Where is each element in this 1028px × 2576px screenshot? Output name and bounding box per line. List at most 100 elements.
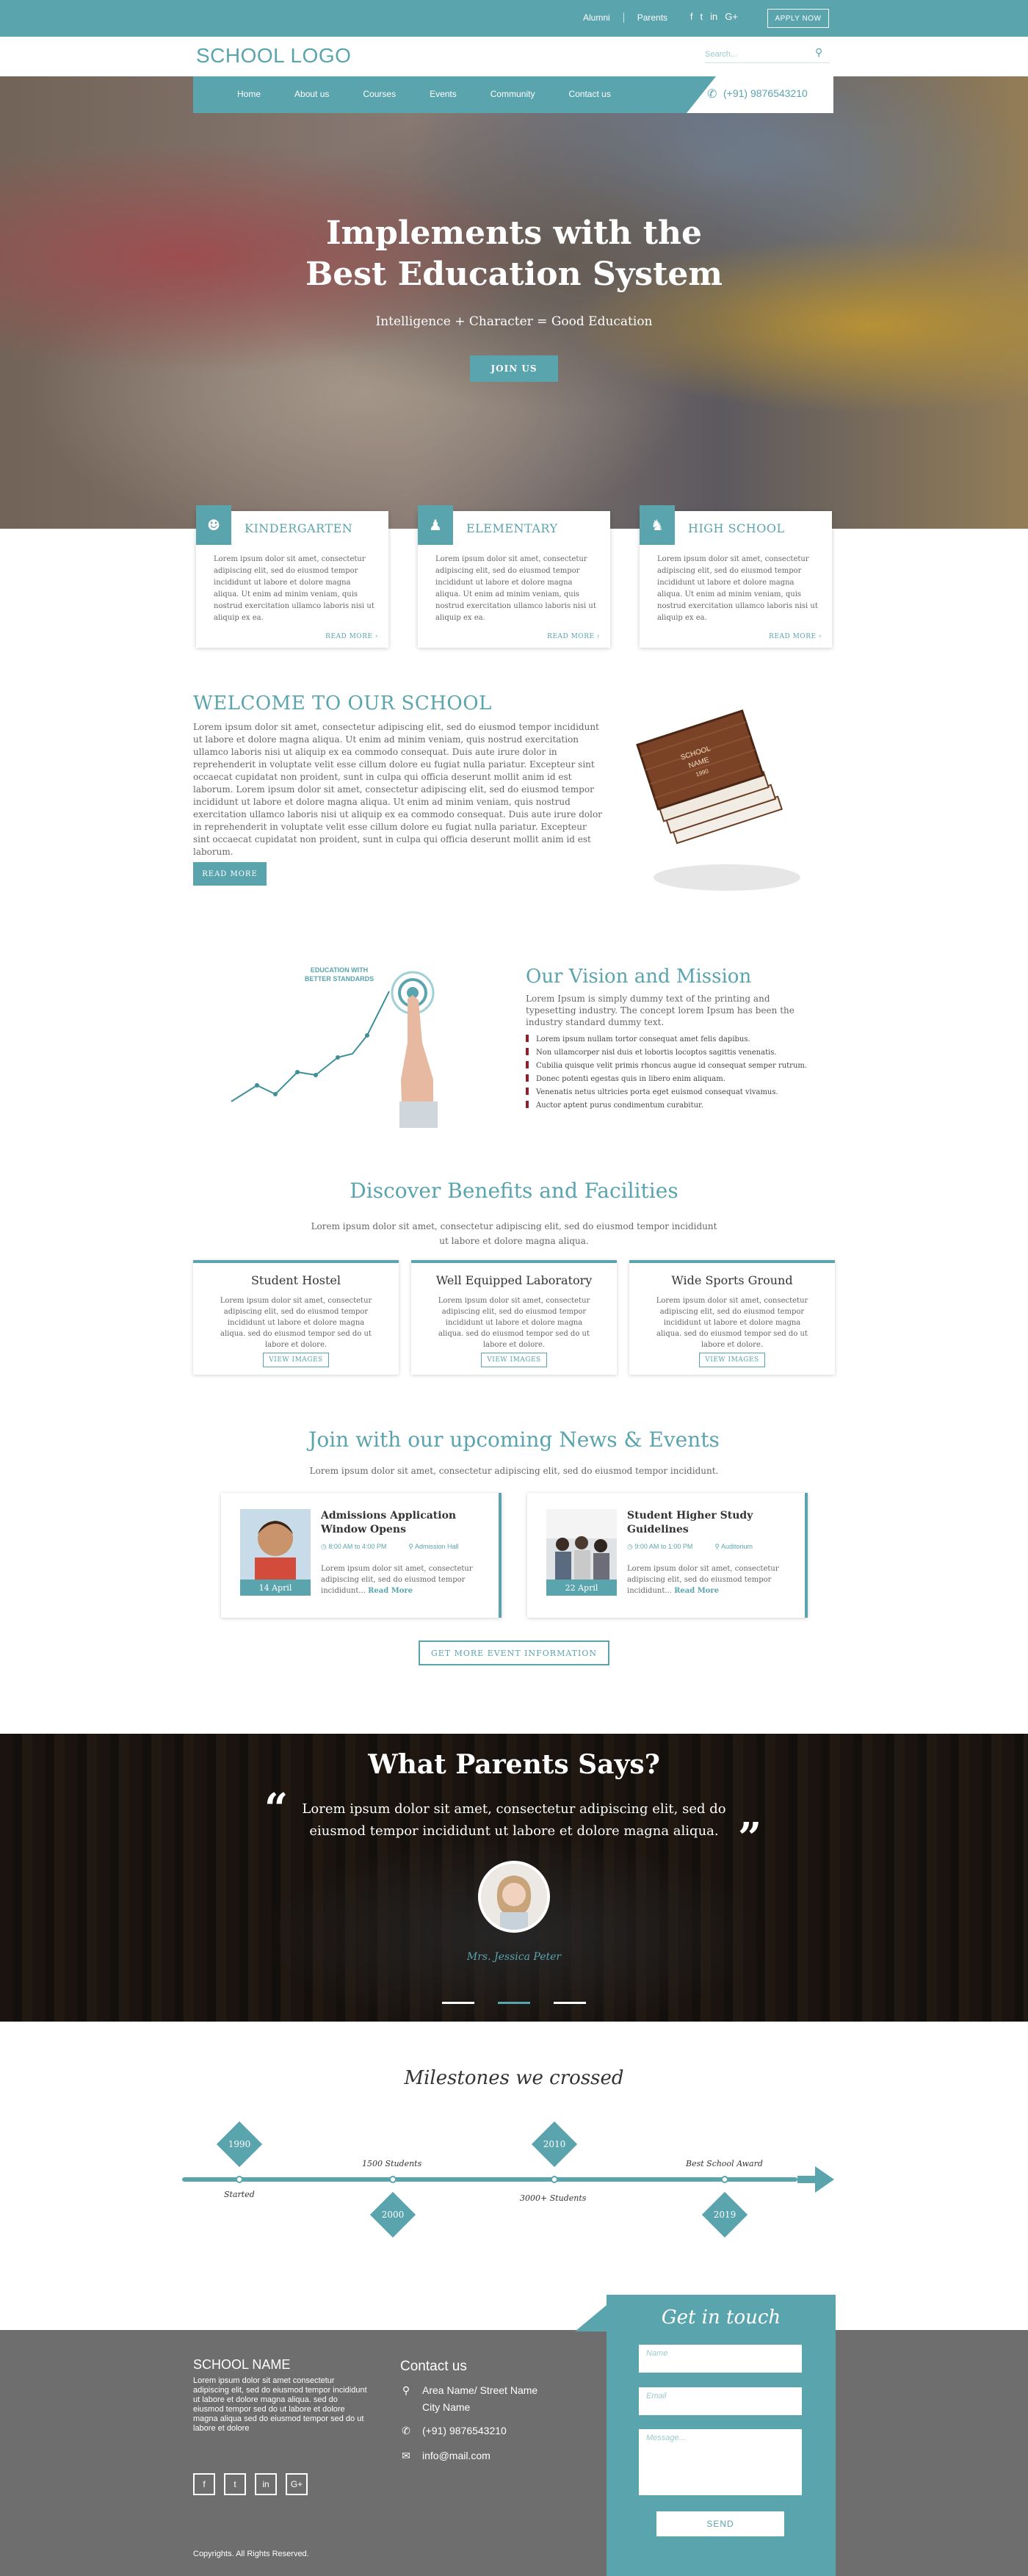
nav-courses[interactable]: Courses [363, 89, 396, 99]
slider-dot-active[interactable] [498, 2002, 530, 2004]
footer-school-name: SCHOOL NAME [193, 2357, 291, 2372]
slider-dot[interactable] [442, 2002, 474, 2004]
list-item: Cubilia quisque velit primis rhoncus aug… [526, 1060, 834, 1073]
school-logo[interactable]: SCHOOL LOGO [196, 44, 351, 68]
benefit-title: Wide Sports Ground [671, 1273, 793, 1287]
read-more-link[interactable]: READ MORE › [769, 633, 822, 640]
event-photo [240, 1509, 311, 1580]
testimonial-name: Mrs. Jessica Peter [466, 1951, 562, 1963]
twitter-icon[interactable]: t [224, 2473, 246, 2495]
read-more-link[interactable]: Read More [368, 1587, 413, 1595]
milestone-year-text: 2000 [381, 2210, 405, 2220]
timeline-arrow-icon [815, 2166, 834, 2193]
address-block: Area Name/ Street Name City Name [422, 2382, 537, 2416]
badge-line1: EDUCATION WITH [311, 966, 368, 974]
event-place-text: Admission Hall [415, 1543, 459, 1550]
event-title[interactable]: Student Higher Study Guidelines [627, 1509, 789, 1537]
join-us-button[interactable]: JOIN US [470, 355, 558, 382]
twitter-icon[interactable]: t [701, 11, 703, 22]
avatar [478, 1861, 550, 1933]
footer-phone[interactable]: (+91) 9876543210 [422, 2423, 507, 2439]
event-time: ◷ 8:00 AM to 4:00 PM [321, 1543, 387, 1550]
milestone-label: 3000+ Students [520, 2193, 587, 2203]
footer-email[interactable]: info@mail.com [422, 2447, 491, 2464]
list-item: Lorem ipsum nullam tortor consequat amet… [526, 1033, 834, 1046]
read-more-link[interactable]: Read More [674, 1587, 719, 1595]
linkedin-icon[interactable]: in [710, 11, 717, 22]
divider [623, 12, 624, 23]
search-input[interactable]: Search... [705, 47, 830, 63]
view-images-button[interactable]: VIEW IMAGES [263, 1353, 329, 1367]
message-field[interactable]: Message... [639, 2429, 802, 2495]
list-item: Auctor aptent purus condimentum curabitu… [526, 1099, 834, 1112]
event-desc: Lorem ipsum dolor sit amet, consectetur … [321, 1563, 482, 1596]
timeline-line [182, 2177, 797, 2182]
event-time-text: 9:00 AM to 1:00 PM [634, 1543, 693, 1550]
news-card[interactable]: 14 April Admissions Application Window O… [221, 1493, 502, 1618]
name-field[interactable]: Name [639, 2345, 802, 2373]
event-date: 14 April [240, 1580, 311, 1596]
badge-line2: BETTER STANDARDS [305, 975, 374, 983]
email-field[interactable]: Email [639, 2387, 802, 2415]
read-more-link[interactable]: READ MORE › [325, 633, 378, 640]
hero-overlay [0, 76, 1028, 529]
welcome-read-more-button[interactable]: READ MORE [193, 862, 267, 886]
send-button[interactable]: SEND [656, 2511, 784, 2536]
slider-dot[interactable] [554, 2002, 586, 2004]
benefits-title: Discover Benefits and Facilities [350, 1179, 678, 1203]
event-title[interactable]: Admissions Application Window Opens [321, 1509, 482, 1537]
testimonial-quote: Lorem ipsum dolor sit amet, consectetur … [302, 1801, 726, 1839]
footer-desc: Lorem ipsum dolor sit amet consectetur a… [193, 2376, 367, 2433]
search-icon[interactable]: ⚲ [815, 47, 822, 59]
google-plus-icon[interactable]: G+ [286, 2473, 308, 2495]
contact-address: ⚲ Area Name/ Street Name City Name [400, 2382, 537, 2416]
hero-subtitle: Intelligence + Character = Good Educatio… [375, 314, 653, 329]
nav-about[interactable]: About us [294, 89, 329, 99]
footer [0, 2330, 1028, 2576]
milestone-label: Started [224, 2190, 255, 2199]
benefit-card-hostel: Student Hostel Lorem ipsum dolor sit ame… [193, 1260, 399, 1375]
more-events-button[interactable]: GET MORE EVENT INFORMATION [419, 1640, 609, 1665]
event-time-text: 8:00 AM to 4:00 PM [328, 1543, 387, 1550]
top-bar: f t in G+ Alumni Parents APPLY NOW [0, 0, 1028, 37]
vision-list: Lorem ipsum nullam tortor consequat amet… [526, 1033, 834, 1112]
event-time: ◷ 9:00 AM to 1:00 PM [627, 1543, 693, 1550]
nav-home[interactable]: Home [237, 89, 261, 99]
event-date: 22 April [546, 1580, 617, 1596]
parents-link[interactable]: Parents [637, 12, 667, 23]
alumni-link[interactable]: Alumni [583, 12, 610, 23]
apply-now-button[interactable]: APPLY NOW [767, 9, 829, 28]
header-phone-number[interactable]: (+91) 9876543210 [723, 87, 808, 99]
benefit-desc: Lorem ipsum dolor sit amet, consectetur … [220, 1297, 372, 1349]
facebook-icon[interactable]: f [193, 2473, 215, 2495]
vision-title: Our Vision and Mission [526, 966, 752, 988]
facebook-icon[interactable]: f [690, 11, 693, 22]
nav-community[interactable]: Community [491, 89, 535, 99]
benefit-title: Well Equipped Laboratory [435, 1273, 593, 1287]
news-card[interactable]: 22 April Student Higher Study Guidelines… [527, 1493, 808, 1618]
nav-contact[interactable]: Contact us [568, 89, 610, 99]
linkedin-icon[interactable]: in [255, 2473, 277, 2495]
benefit-card-laboratory: Well Equipped Laboratory Lorem ipsum dol… [411, 1260, 617, 1375]
read-more-link[interactable]: READ MORE › [547, 633, 600, 640]
view-images-button[interactable]: VIEW IMAGES [481, 1353, 547, 1367]
mail-icon: ✉ [402, 2450, 410, 2461]
level-card-kindergarten: ☻ KINDERGARTEN Lorem ipsum dolor sit ame… [196, 505, 388, 648]
level-desc: Lorem ipsum dolor sit amet, consectetur … [214, 555, 374, 622]
level-card-high-school: ♞ HIGH SCHOOL Lorem ipsum dolor sit amet… [640, 505, 832, 648]
benefits-desc: Lorem ipsum dolor sit amet, consectetur … [311, 1221, 717, 1246]
hero-banner [0, 76, 1028, 529]
level-desc: Lorem ipsum dolor sit amet, consectetur … [435, 555, 596, 622]
students-icon: ♟ [418, 505, 453, 545]
child-icon: ☻ [196, 505, 231, 545]
nav-events[interactable]: Events [430, 89, 457, 99]
phone-icon: ✆ [402, 2425, 410, 2436]
view-images-button[interactable]: VIEW IMAGES [699, 1353, 765, 1367]
contact-email: ✉ info@mail.com [400, 2447, 491, 2464]
welcome-text: Lorem ipsum dolor sit amet, consectetur … [193, 722, 602, 857]
milestone-year: 1990 [216, 2121, 263, 2168]
event-meta: ◷ 9:00 AM to 1:00 PM ⚲ Auditorium [627, 1543, 796, 1551]
google-plus-icon[interactable]: G+ [725, 11, 738, 22]
timeline-dot [721, 2176, 728, 2183]
list-item: Donec potenti egestas quis in libero eni… [526, 1073, 834, 1086]
